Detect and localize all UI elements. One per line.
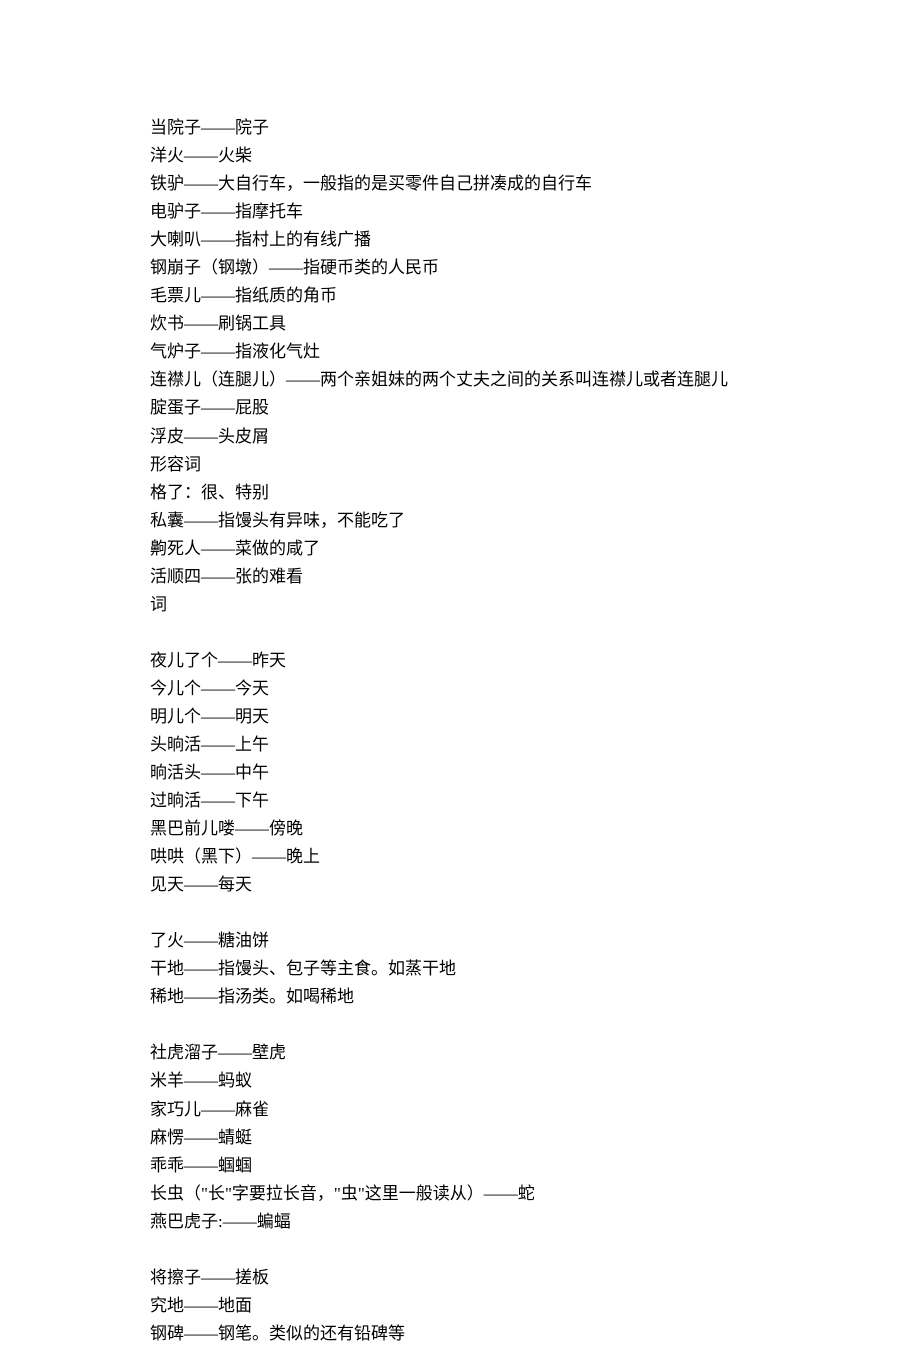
blank-line — [150, 619, 920, 647]
text-line: 究地——地面 — [150, 1292, 920, 1320]
text-line: 燕巴虎子:——蝙蝠 — [150, 1208, 920, 1236]
text-line: 乖乖——蝈蝈 — [150, 1152, 920, 1180]
blank-line — [150, 1236, 920, 1264]
text-line: 气炉子——指液化气灶 — [150, 338, 920, 366]
blank-line — [150, 1011, 920, 1039]
text-line: 社虎溜子——壁虎 — [150, 1039, 920, 1067]
text-line: 词 — [150, 591, 920, 619]
blank-line — [150, 899, 920, 927]
text-line: 腚蛋子——屁股 — [150, 394, 920, 422]
text-line: 米羊——蚂蚁 — [150, 1067, 920, 1095]
text-line: 私囊——指馒头有异味，不能吃了 — [150, 507, 920, 535]
text-line: 毛票儿——指纸质的角币 — [150, 282, 920, 310]
text-line: 黑巴前儿喽——傍晚 — [150, 815, 920, 843]
text-line: 齁死人——菜做的咸了 — [150, 535, 920, 563]
text-line: 形容词 — [150, 451, 920, 479]
document-body: 当院子——院子洋火——火柴铁驴——大自行车，一般指的是买零件自己拼凑成的自行车电… — [150, 114, 920, 1348]
text-line: 钢碑——钢笔。类似的还有铅碑等 — [150, 1320, 920, 1348]
text-line: 洋火——火柴 — [150, 142, 920, 170]
text-line: 了火——糖油饼 — [150, 927, 920, 955]
text-line: 炊书——刷锅工具 — [150, 310, 920, 338]
text-line: 电驴子——指摩托车 — [150, 198, 920, 226]
text-line: 头晌活——上午 — [150, 731, 920, 759]
text-line: 过晌活——下午 — [150, 787, 920, 815]
text-line: 今儿个——今天 — [150, 675, 920, 703]
text-line: 明儿个——明天 — [150, 703, 920, 731]
text-line: 钢崩子（钢墩）——指硬币类的人民币 — [150, 254, 920, 282]
text-line: 家巧儿——麻雀 — [150, 1096, 920, 1124]
text-line: 干地——指馒头、包子等主食。如蒸干地 — [150, 955, 920, 983]
text-line: 大喇叭——指村上的有线广播 — [150, 226, 920, 254]
text-line: 活顺四——张的难看 — [150, 563, 920, 591]
text-line: 麻愣——蜻蜓 — [150, 1124, 920, 1152]
text-line: 长虫（"长"字要拉长音，"虫"这里一般读从）——蛇 — [150, 1180, 920, 1208]
text-line: 夜儿了个——昨天 — [150, 647, 920, 675]
text-line: 当院子——院子 — [150, 114, 920, 142]
text-line: 哄哄（黑下）——晚上 — [150, 843, 920, 871]
text-line: 稀地——指汤类。如喝稀地 — [150, 983, 920, 1011]
text-line: 晌活头——中午 — [150, 759, 920, 787]
text-line: 格了：很、特别 — [150, 479, 920, 507]
text-line: 将擦子——搓板 — [150, 1264, 920, 1292]
text-line: 浮皮——头皮屑 — [150, 423, 920, 451]
text-line: 见天——每天 — [150, 871, 920, 899]
text-line: 铁驴——大自行车，一般指的是买零件自己拼凑成的自行车 — [150, 170, 920, 198]
text-line: 连襟儿（连腿儿）——两个亲姐妹的两个丈夫之间的关系叫连襟儿或者连腿儿 — [150, 366, 920, 394]
